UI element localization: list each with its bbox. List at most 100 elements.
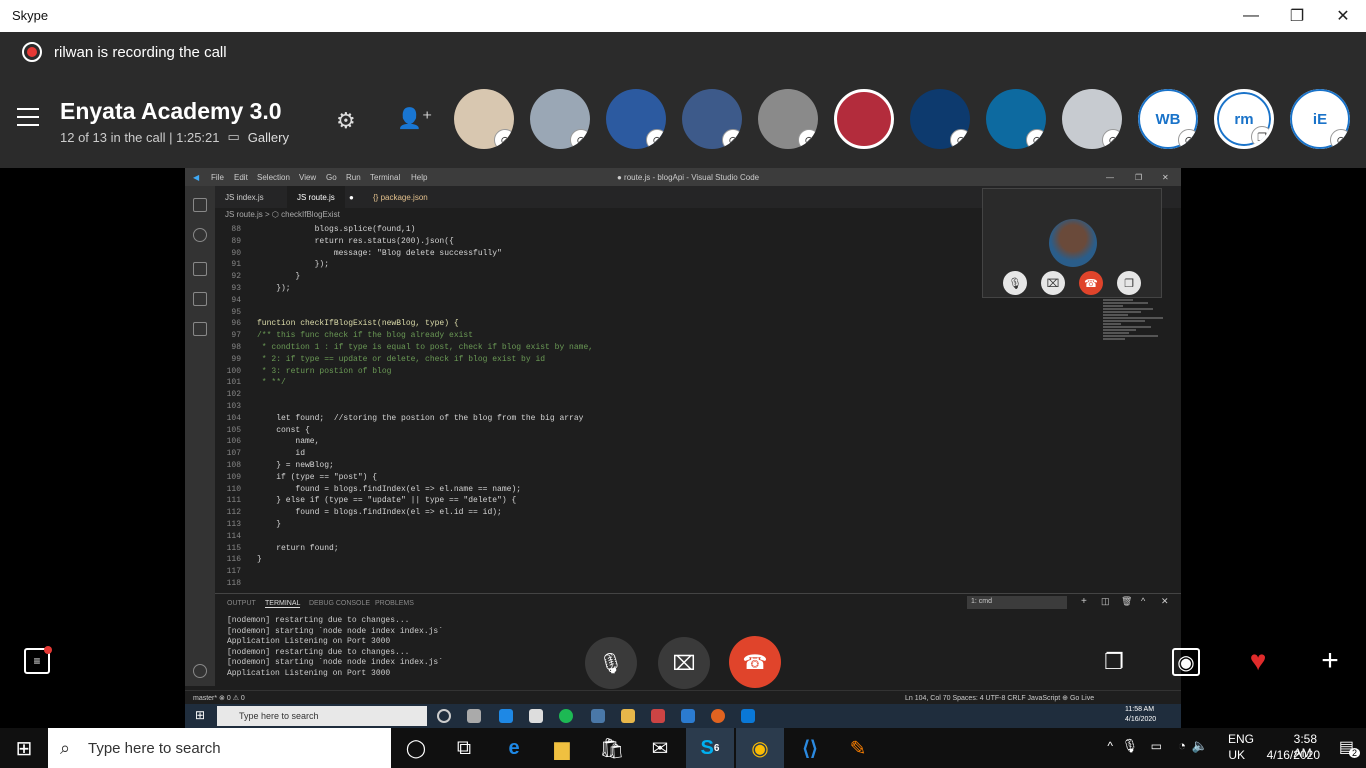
vscode-taskbar-icon[interactable]: ⟨⟩ (786, 728, 834, 768)
vs-menu-terminal[interactable]: Terminal (370, 173, 400, 182)
gallery-view-label[interactable]: Gallery (248, 130, 289, 145)
participant-avatar[interactable]: ⊘ (1062, 89, 1122, 149)
more-options-plus-icon[interactable]: + (1316, 644, 1344, 677)
explorer-icon[interactable] (193, 198, 207, 212)
close-panel-icon[interactable]: ✕ (1161, 596, 1169, 607)
code-line: * 2: if type == update or delete, check … (257, 354, 546, 364)
source-control-icon[interactable] (193, 262, 207, 276)
breadcrumb[interactable]: JS route.js > ⬡ checkIfBlogExist (225, 210, 340, 219)
vs-menu-run[interactable]: Run (346, 173, 361, 182)
settings-gear-icon[interactable]: ⚙ (336, 108, 356, 134)
language-bottom[interactable]: UK (1228, 748, 1245, 762)
maximize-panel-icon[interactable]: ^ (1141, 596, 1145, 606)
panel-tab-output[interactable]: OUTPUT (227, 600, 256, 607)
recording-icon (22, 42, 42, 62)
taskbar-search[interactable]: ⌕ Type here to search (48, 728, 391, 768)
code-editor[interactable]: 88 blogs.splice(found,1) 89 return res.st… (215, 224, 1095, 588)
status-right[interactable]: Ln 104, Col 70 Spaces: 4 UTF-8 CRLF Java… (905, 694, 1094, 702)
restore-button[interactable]: ❐ (1274, 0, 1320, 32)
vs-menu-help[interactable]: Help (411, 173, 427, 182)
wifi-icon[interactable]: ◔ (1178, 738, 1186, 753)
add-participant-icon[interactable]: 👤⁺ (397, 106, 432, 131)
participant-avatar[interactable]: ⊘ (910, 89, 970, 149)
minimize-button[interactable]: — (1228, 0, 1274, 32)
vs-menu-go[interactable]: Go (326, 173, 337, 182)
participant-avatar[interactable]: ⊘ (758, 89, 818, 149)
terminal-select[interactable]: 1: cmd (967, 596, 1067, 609)
mail-icon[interactable]: ✉ (636, 728, 684, 768)
split-terminal-icon[interactable]: ◫ (1101, 596, 1110, 607)
participant-avatar[interactable]: WB ⊘ (1138, 89, 1198, 149)
pip-video-off-icon[interactable]: ⌧ (1041, 271, 1065, 295)
skype-taskbar-icon[interactable]: S6 (686, 728, 734, 768)
manage-gear-icon[interactable] (193, 664, 207, 678)
participant-avatar[interactable]: ⊘ (530, 89, 590, 149)
close-window-button[interactable]: ✕ (1320, 0, 1366, 32)
panel-tab-terminal[interactable]: TERMINAL (265, 600, 301, 608)
hang-up-button[interactable]: ☎ (729, 636, 781, 688)
edge-icon[interactable]: e (490, 728, 538, 768)
battery-icon[interactable]: ▭ (1151, 739, 1162, 753)
vscode-window-title: ● route.js - blogApi - Visual Studio Cod… (617, 173, 760, 182)
menu-hamburger-icon[interactable] (17, 108, 39, 126)
task-view-icon[interactable]: ⧉ (440, 728, 488, 768)
store-icon[interactable]: 🛍 (588, 728, 636, 768)
vs-minimize-button[interactable]: — (1106, 173, 1114, 182)
cortana-icon[interactable]: ◯ (392, 728, 440, 768)
run-debug-icon[interactable] (193, 292, 207, 306)
participant-avatar[interactable] (834, 89, 894, 149)
vs-menu-view[interactable]: View (299, 173, 316, 182)
tray-chevron-icon[interactable]: ^ (1107, 739, 1113, 753)
vs-menu-file[interactable]: File (211, 173, 224, 182)
mute-mic-button[interactable]: 🎙 (585, 637, 637, 689)
switch-screens-icon[interactable]: ❐ (1100, 648, 1128, 676)
participant-avatar[interactable]: iE ⊘ (1290, 89, 1350, 149)
snapshot-icon[interactable]: ◉ (1172, 648, 1200, 676)
pip-popout-icon[interactable]: ❐ (1117, 271, 1141, 295)
recording-banner: rilwan is recording the call (22, 42, 227, 62)
vs-menu-selection[interactable]: Selection (257, 173, 290, 182)
terminal-output[interactable]: [nodemon] restarting due to changes... [n… (227, 616, 443, 680)
trash-icon[interactable]: 🗑 (1121, 596, 1132, 607)
pip-mic-icon[interactable]: 🎙 (1003, 271, 1027, 295)
tab-package-json[interactable]: {} package.json (363, 186, 438, 208)
participant-avatar[interactable]: rm ❐ (1214, 89, 1274, 149)
panel-tab-debug[interactable]: DEBUG CONSOLE (309, 600, 370, 607)
video-off-button[interactable]: ⌧ (658, 637, 710, 689)
code-line: name, (257, 437, 320, 447)
line-number: 112 (226, 508, 241, 518)
extensions-icon[interactable] (193, 322, 207, 336)
participant-avatar[interactable]: ⊘ (454, 89, 514, 149)
windows-start-icon[interactable]: ⊞ (0, 728, 48, 768)
pen-app-icon[interactable]: ✎ (834, 728, 882, 768)
panel-tab-problems[interactable]: PROBLEMS (375, 600, 414, 607)
pip-hangup-icon[interactable]: ☎ (1079, 271, 1103, 295)
code-line: found = blogs.findIndex(el => el.id == i… (257, 508, 502, 518)
line-number: 109 (226, 472, 241, 482)
chrome-icon[interactable]: ◉ (736, 728, 784, 768)
participant-avatar[interactable]: ⊘ (986, 89, 1046, 149)
terminal-line: [nodemon] restarting due to changes... (227, 616, 410, 625)
tab-route-js[interactable]: JS route.js (287, 186, 345, 208)
volume-icon[interactable]: 🔈 (1192, 738, 1208, 754)
participant-avatar[interactable]: ⊘ (682, 89, 742, 149)
vs-close-button[interactable]: ✕ (1162, 173, 1169, 182)
minimap[interactable] (1103, 298, 1173, 378)
tab-index-js[interactable]: JS index.js (215, 186, 274, 208)
vs-menu-edit[interactable]: Edit (234, 173, 248, 182)
vs-restore-button[interactable]: ❐ (1135, 173, 1142, 182)
line-number: 90 (231, 248, 241, 258)
file-explorer-icon[interactable]: ▆ (538, 728, 586, 768)
new-terminal-icon[interactable]: + (1081, 596, 1087, 607)
reaction-heart-icon[interactable]: ♥ (1242, 645, 1274, 676)
language-top[interactable]: ENG (1228, 732, 1254, 746)
status-left[interactable]: master* ⊗ 0 ⚠ 0 (193, 694, 245, 702)
muted-mic-icon: ⊘ (570, 129, 590, 149)
line-number: 98 (231, 343, 241, 352)
participant-avatar[interactable]: ⊘ (606, 89, 666, 149)
tray-mic-icon[interactable]: 🎙 (1121, 738, 1138, 754)
clock-date[interactable]: 4/16/2020 (1267, 748, 1320, 762)
search-icon[interactable] (193, 228, 207, 242)
code-line: }); (257, 260, 330, 270)
line-number: 116 (226, 555, 241, 565)
